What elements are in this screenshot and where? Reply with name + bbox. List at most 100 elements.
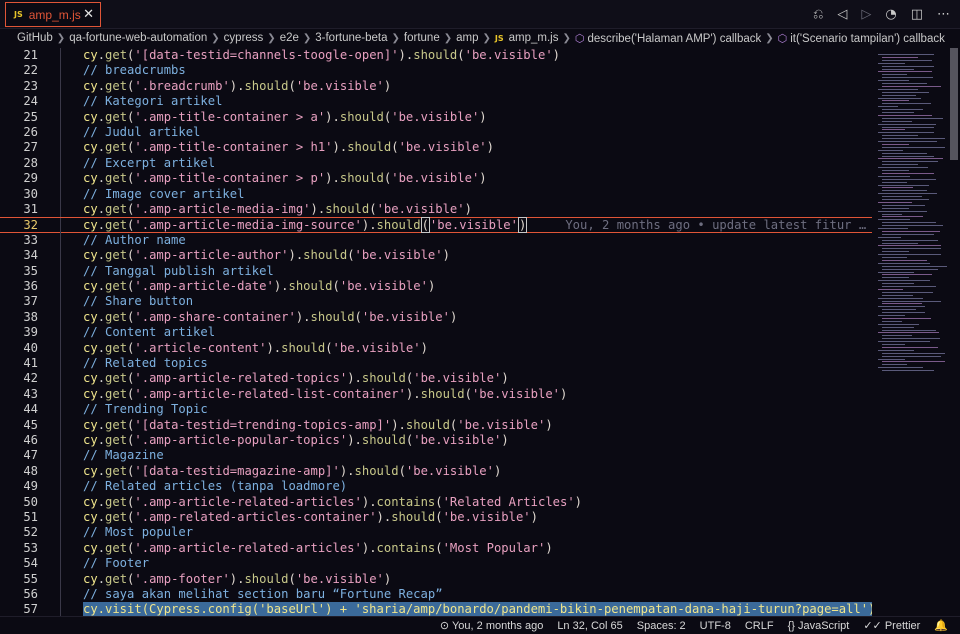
code-line[interactable]: 31 cy.get ('.amp-article-media-img').shoul… xyxy=(0,202,872,218)
punctuation: ) xyxy=(574,494,583,509)
split-editor-icon[interactable]: ◫ xyxy=(911,7,923,22)
minimap-line xyxy=(882,352,945,354)
close-icon[interactable]: ✕ xyxy=(83,7,94,22)
code-line[interactable]: 38 cy.get('.amp-share-container').should(… xyxy=(0,309,872,326)
breadcrumb-item[interactable]: ⬡ describe('Halaman AMP') callback xyxy=(575,32,761,45)
editor-actions: ⎌ ◁ ▷ ◔ ◫ ⋯ xyxy=(813,4,950,24)
minimap-line xyxy=(878,315,905,316)
punctuation: ( xyxy=(332,279,340,293)
code-line[interactable]: 32 cy.get ('.amp-article-media-img-source'… xyxy=(0,217,872,234)
code-line[interactable]: 41 // Related topics xyxy=(0,356,872,372)
chevron-right-icon: ❯ xyxy=(443,32,453,44)
minimap[interactable] xyxy=(876,48,948,378)
code-line[interactable]: 45 cy.get('[data-testid=trending-topics-a… xyxy=(0,417,872,433)
breadcrumb-item[interactable]: e2e xyxy=(280,32,299,44)
punctuation: ). xyxy=(405,386,421,401)
minimap-line xyxy=(878,193,938,195)
code-line[interactable]: 25 cy.get('.amp-title-container > a').sho… xyxy=(0,109,872,125)
code-text: cy.get ('.amp-title-container > h1').shou… xyxy=(83,140,494,155)
source-control-icon[interactable]: ⎌ xyxy=(813,7,823,22)
code-line[interactable]: 34 cy.get('.amp-article-author').should('… xyxy=(0,248,872,264)
status-notifications[interactable]: 🔔 xyxy=(934,619,948,632)
line-number: 52 xyxy=(23,525,38,540)
identifier: cy xyxy=(83,109,98,124)
method-name: get xyxy=(105,417,128,432)
code-line[interactable]: 37 // Share button xyxy=(0,294,872,310)
code-line[interactable]: 26 // Judul artikel xyxy=(0,125,872,141)
string-literal: '.amp-related-articles-container' xyxy=(134,510,377,524)
vertical-scrollbar[interactable] xyxy=(948,48,960,616)
go-forward-icon[interactable]: ▷ xyxy=(861,7,871,22)
minimap-line xyxy=(882,68,914,70)
line-number: 45 xyxy=(23,417,38,432)
timeline-icon[interactable]: ◔ xyxy=(885,7,896,22)
breadcrumb-item[interactable]: ⬡ it('Scenario tampilan') callback xyxy=(778,32,945,45)
code-text: cy.get('.breadcrumb').should('be.visible… xyxy=(83,79,391,94)
punctuation: ( xyxy=(398,463,406,478)
punctuation: ). xyxy=(361,540,377,555)
status-cursor-position[interactable]: Ln 32, Col 65 xyxy=(557,620,622,632)
code-line[interactable]: 42 cy.get('.amp-article-related-topics').… xyxy=(0,371,872,387)
code-line[interactable]: 56 // saya akan melihat section baru “For… xyxy=(0,587,872,603)
code-line[interactable]: 53 cy.get ('.amp-article-related-articles'… xyxy=(0,540,872,557)
code-text: // Related topics xyxy=(83,356,208,371)
breadcrumb-item[interactable]: 3-fortune-beta xyxy=(315,32,387,44)
breadcrumb-label: it('Scenario tampilan') callback xyxy=(790,32,945,45)
more-actions-icon[interactable]: ⋯ xyxy=(937,7,950,22)
code-line[interactable]: 21 cy.get ('[data-testid=channels-toogle-o… xyxy=(0,48,872,64)
minimap-line xyxy=(882,129,905,131)
code-text: cy.get ('[data-testid=magazine-amp]').sho… xyxy=(83,464,501,479)
code-line[interactable]: 49 // Related articles (tanpa loadmore) xyxy=(0,479,872,495)
go-back-icon[interactable]: ◁ xyxy=(837,7,847,22)
code-line[interactable]: 30 // Image cover artikel xyxy=(0,186,872,202)
line-number: 57 xyxy=(23,602,38,616)
code-line[interactable]: 35 // Tanggal publish artikel xyxy=(0,263,872,279)
code-line[interactable]: 54 // Footer xyxy=(0,556,872,572)
status-indentation[interactable]: Spaces: 2 xyxy=(637,620,686,632)
code-line[interactable]: 40 cy.get('.article-content').should('be.… xyxy=(0,340,872,356)
code-editor[interactable]: 21 cy.get('[data-testid=channels-toogle-o… xyxy=(0,48,872,616)
code-line[interactable]: 57 cy.visit(Cypress.config('baseUrl') + '… xyxy=(0,602,872,616)
code-text: cy.get ('.amp-related-articles-container'… xyxy=(83,510,538,525)
status-language[interactable]: {} JavaScript xyxy=(788,620,850,632)
breadcrumb-item[interactable]: cypress xyxy=(224,32,264,44)
code-line[interactable]: 55 cy.get('.amp-footer').should('be.visib… xyxy=(0,571,872,587)
code-line[interactable]: 48 cy.get ('[data-testid=magazine-amp]').s… xyxy=(0,463,872,480)
breadcrumb-item[interactable]: qa-fortune-web-automation xyxy=(69,32,207,44)
breadcrumb: GitHub ❯ qa-fortune-web-automation ❯ cypress… xyxy=(0,29,960,47)
code-line[interactable]: 23 cy.get('.breadcrumb').should('be.visib… xyxy=(0,78,872,95)
scrollbar-thumb[interactable] xyxy=(950,48,958,160)
code-text: // Magazine xyxy=(83,448,164,463)
status-git-blame[interactable]: ⊙ You, 2 months ago xyxy=(440,619,543,632)
breadcrumb-item[interactable]: JS amp_m.js xyxy=(495,32,559,44)
breadcrumb-item[interactable]: amp xyxy=(456,32,478,44)
indent-guide xyxy=(60,232,61,249)
status-encoding[interactable]: UTF-8 xyxy=(700,620,731,632)
line-number: 30 xyxy=(23,186,38,201)
code-line[interactable]: 39 // Content artikel xyxy=(0,325,872,341)
minimap-line xyxy=(878,132,934,134)
code-line[interactable]: 44 // Trending Topic xyxy=(0,402,872,418)
code-line[interactable]: 27 cy.get ('.amp-title-container > h1').sh… xyxy=(0,140,872,156)
breadcrumb-item[interactable]: GitHub xyxy=(17,32,53,44)
code-line[interactable]: 50 cy.get ('.amp-article-related-articles'… xyxy=(0,494,872,510)
code-line[interactable]: 22 // breadcrumbs xyxy=(0,63,872,79)
method-name: should xyxy=(413,48,458,62)
code-line[interactable]: 43 cy.get ('.amp-article-related-list-cont… xyxy=(0,386,872,403)
indent-guide xyxy=(60,263,61,279)
code-line[interactable]: 29 cy.get('.amp-title-container > p').sho… xyxy=(0,171,872,187)
identifier: cy xyxy=(83,248,98,263)
minimap-line xyxy=(882,120,912,122)
status-prettier[interactable]: ✓✓ Prettier xyxy=(863,619,920,632)
code-line[interactable]: 47 // Magazine xyxy=(0,448,872,464)
code-line[interactable]: 28 // Excerpt artikel xyxy=(0,155,872,172)
code-line[interactable]: 36 cy.get('.amp-article-date').should('be… xyxy=(0,279,872,295)
code-line[interactable]: 51 cy.get ('.amp-related-articles-containe… xyxy=(0,510,872,526)
code-line[interactable]: 24 // Kategori artikel xyxy=(0,94,872,110)
status-eol[interactable]: CRLF xyxy=(745,620,774,632)
breadcrumb-item[interactable]: fortune xyxy=(404,32,440,44)
code-line[interactable]: 46 cy.get('.amp-article-popular-topics').… xyxy=(0,433,872,449)
code-line[interactable]: 52 // Most populer xyxy=(0,525,872,541)
code-line[interactable]: 33 // Author name xyxy=(0,232,872,249)
tab-amp-m-js[interactable]: JS amp_m.js ✕ xyxy=(5,2,101,27)
